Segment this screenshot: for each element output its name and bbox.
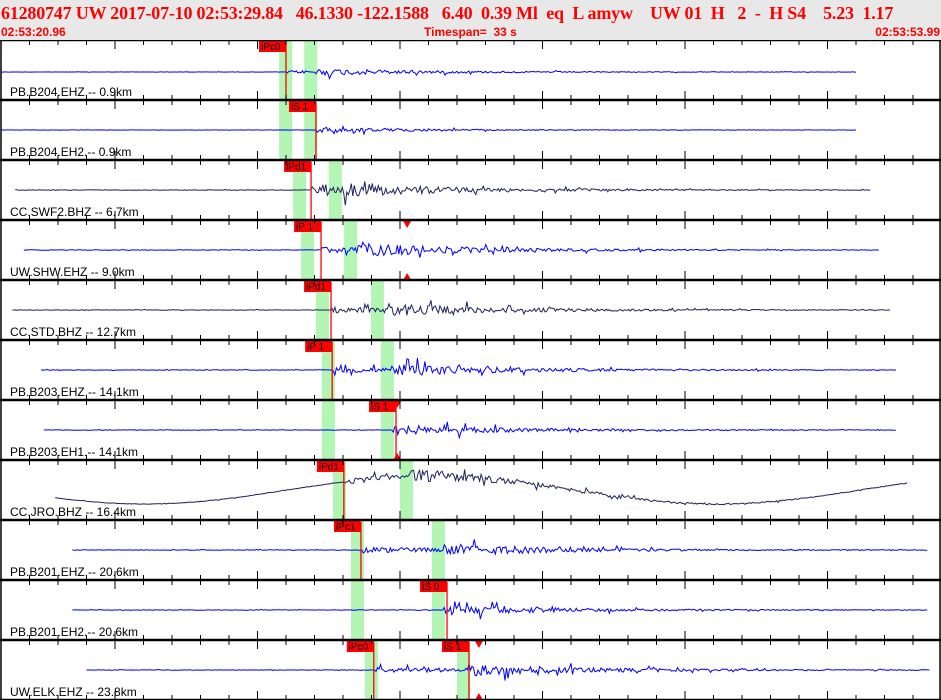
waveform-trace: [23, 241, 879, 258]
station-panel[interactable]: iS 1PB.B203.EH1.-- 14.1km: [10, 400, 896, 460]
waveform-trace: [0, 68, 856, 80]
pick-label: iPd1: [306, 282, 326, 293]
waveform-trace: [55, 468, 908, 506]
amplitude-marker-top: [474, 641, 483, 648]
seismogram-panels[interactable]: iPc0 PB.B204.EHZ.-- 0.9km iS 1 PB.B204.EH2.…: [0, 40, 941, 700]
waveform-trace: [72, 600, 928, 620]
station-panel[interactable]: iPd1 CC.JRO.BHZ -- 16.4km: [10, 460, 908, 520]
station-panel[interactable]: iPc1PB.B201.EHZ.-- 20.6km: [10, 520, 928, 580]
station-label: CC.STD.BHZ -- 12.7km: [10, 325, 136, 339]
station-label: UW.SHW.EHZ -- 9.0km: [10, 265, 135, 279]
pick-window: [400, 460, 413, 520]
pick-label: iS 1: [444, 642, 462, 653]
waveform-trace: [12, 300, 890, 317]
station-panel[interactable]: iPc0 PB.B204.EHZ.-- 0.9km: [0, 40, 856, 100]
waveform-trace: [86, 662, 930, 681]
waveform-trace: [72, 539, 928, 556]
event-header: 61280747 UW 2017-07-10 02:53:29.84 46.13…: [0, 0, 941, 40]
station-panel[interactable]: iPc0 iS 1UW.ELK.EHZ -- 23.8km: [10, 640, 930, 700]
station-panel[interactable]: iPd1CC.SWF2.BHZ -- 6.7km: [10, 160, 871, 220]
station-panel[interactable]: iS 0PB.B201.EH2.-- 20.6km: [10, 580, 928, 640]
waveform-trace: [40, 358, 896, 377]
station-panel[interactable]: iP 1PB.B203.EHZ.-- 14.1km: [10, 340, 896, 400]
station-panel[interactable]: iPd1 CC.STD.BHZ -- 12.7km: [10, 280, 890, 340]
event-summary: 61280747 UW 2017-07-10 02:53:29.84 46.13…: [1, 3, 894, 23]
waveform-trace: [43, 421, 896, 440]
pick-label: iP 1: [307, 342, 324, 353]
pick-window: [328, 160, 342, 220]
station-label: PB.B204.EH2.-- 0.9km: [10, 145, 131, 159]
pick-label: iS 1: [371, 402, 389, 413]
pick-label: iP 1: [296, 222, 313, 233]
station-panel[interactable]: iS 1 PB.B204.EH2.-- 0.9km: [1, 100, 857, 160]
waveform-trace: [15, 181, 871, 206]
station-panel[interactable]: iP 1 UW.SHW.EHZ -- 9.0km: [10, 220, 879, 280]
pick-label: iPc0: [261, 42, 281, 53]
pick-window: [344, 220, 358, 280]
end-time: 02:53:53.99: [875, 25, 940, 39]
amplitude-marker-top: [403, 221, 412, 228]
pick-label: iPc1: [336, 522, 356, 533]
pick-label: iS 0: [422, 582, 440, 593]
pick-label: iPd1: [286, 162, 306, 173]
timespan: Timespan= 33 s: [424, 25, 517, 39]
pick-label: iPc0: [349, 642, 369, 653]
pick-label: iPd1: [319, 462, 339, 473]
waveform-trace: [1, 124, 857, 136]
pick-window: [304, 40, 318, 100]
pick-label: iS 1: [291, 102, 309, 113]
station-label: PB.B204.EHZ.-- 0.9km: [10, 85, 132, 99]
start-time: 02:53:20.96: [1, 25, 66, 39]
station-label: CC.JRO.BHZ -- 16.4km: [10, 505, 136, 519]
